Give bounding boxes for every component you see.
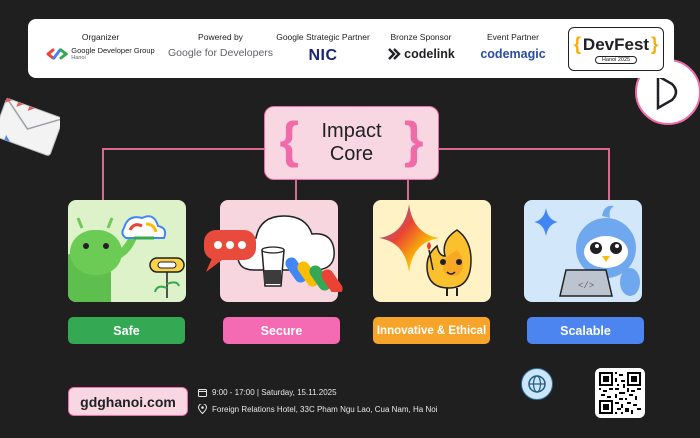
sponsor-bronze: Bronze Sponsor codelink — [380, 19, 462, 78]
scalable-bird-illustration: </> — [534, 205, 640, 297]
website-link[interactable]: gdghanoi.com — [68, 387, 188, 416]
gdg-name: Google Developer Group — [71, 46, 155, 55]
sponsor-strategic: Google Strategic Partner NIC — [273, 19, 373, 78]
location-text: Foreign Relations Hotel, 33C Pham Ngu La… — [212, 404, 438, 414]
devfest-logo: {DevFest} Hanoi 2025 — [568, 27, 664, 71]
secure-cloud-illustration — [204, 215, 343, 292]
impact-core-box: { Impact Core } — [264, 106, 439, 180]
pillar-scalable: Scalable — [527, 317, 644, 344]
connector-line — [439, 148, 609, 150]
codelink-logo: codelink — [404, 47, 455, 61]
event-location: Foreign Relations Hotel, 33C Pham Ngu La… — [198, 404, 437, 414]
globe-icon — [521, 368, 553, 400]
pillar-innovative-ethical: Innovative & Ethical — [373, 317, 490, 344]
devfest-name: DevFest — [582, 34, 650, 54]
sponsor-powered-by: Powered by Google for Developers — [168, 19, 273, 78]
gemini-flame-illustration — [379, 204, 472, 296]
impact-core-title: Impact Core — [321, 120, 382, 165]
codemagic-logo: codemagic — [480, 47, 546, 61]
android-mascot-illustration — [68, 215, 185, 302]
sponsor-label: Powered by — [198, 32, 243, 42]
sponsor-organizer: Organizer Google Developer Group Hanoi — [38, 19, 163, 78]
qr-code[interactable] — [595, 368, 645, 418]
card-secure — [204, 200, 343, 302]
gdg-icon — [46, 48, 69, 60]
connector-line — [608, 148, 610, 200]
event-datetime: 9:00 - 17:00 | Saturday, 15.11.2025 — [198, 388, 337, 397]
sponsor-label: Google Strategic Partner — [276, 32, 370, 42]
google-for-developers-logo: Google for Developers — [167, 47, 274, 59]
connector-line — [102, 148, 264, 150]
sponsor-label: Event Partner — [487, 32, 539, 42]
datetime-text: 9:00 - 17:00 | Saturday, 15.11.2025 — [212, 388, 337, 397]
nic-logo: NIC — [308, 47, 338, 64]
sponsor-label: Bronze Sponsor — [390, 32, 452, 42]
location-pin-icon — [198, 404, 207, 414]
connector-line — [102, 148, 104, 200]
envelope-sticker — [0, 97, 60, 156]
sponsor-label: Organizer — [81, 32, 120, 42]
connector-line — [407, 180, 409, 200]
card-innovative — [373, 200, 491, 302]
brace-left-icon: { — [279, 112, 299, 168]
brace-right-icon: } — [404, 112, 424, 168]
pillar-secure: Secure — [223, 317, 340, 344]
codelink-icon — [388, 48, 401, 60]
gdg-logo: Google Developer Group Hanoi — [46, 46, 155, 62]
card-scalable: </> — [524, 200, 642, 302]
sponsor-event-partner: Event Partner codemagic — [468, 19, 558, 78]
calendar-icon — [198, 389, 207, 397]
gdg-sub: Hanoi — [71, 55, 86, 62]
devfest-sub: Hanoi 2025 — [594, 56, 638, 64]
svg-text:</>: </> — [578, 281, 594, 291]
pillar-safe: Safe — [68, 317, 185, 344]
sponsor-bar: Organizer Google Developer Group Hanoi Po… — [28, 19, 674, 78]
card-safe — [68, 200, 186, 302]
